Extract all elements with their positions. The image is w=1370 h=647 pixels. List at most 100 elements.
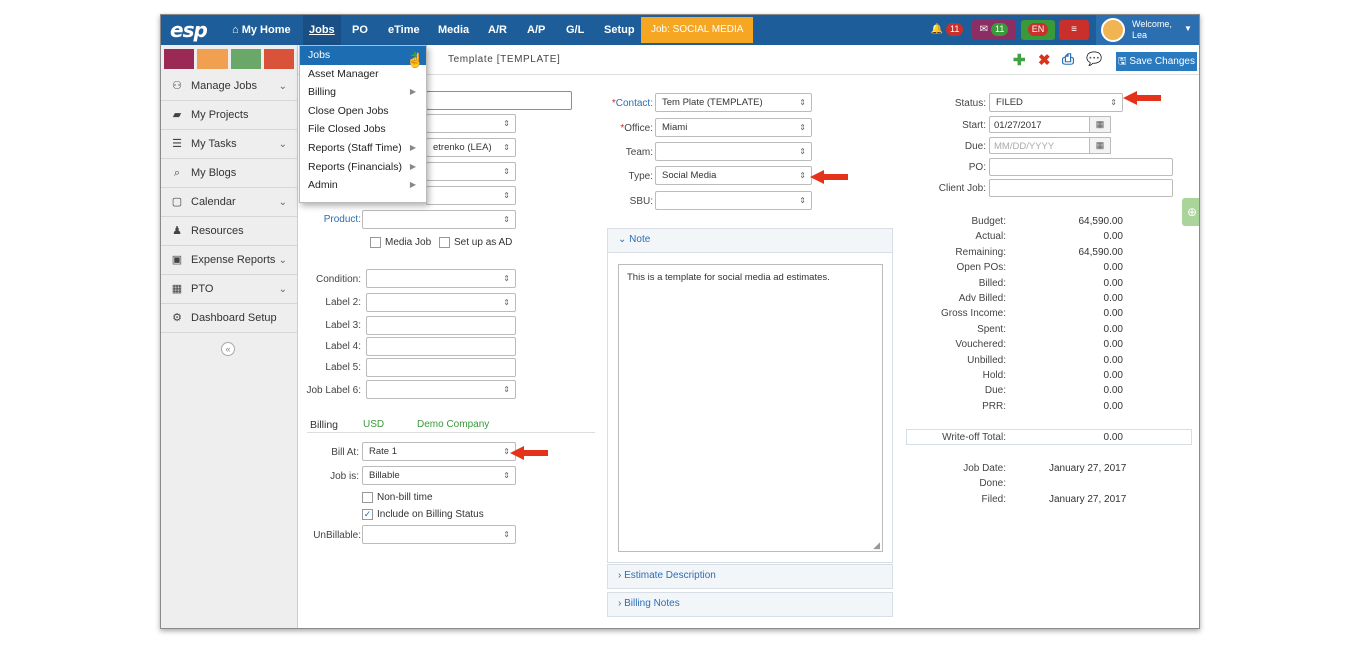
swatch-2[interactable] <box>197 49 228 69</box>
status-label: Status: <box>954 98 986 109</box>
menu-item-billing[interactable]: Billing ▶ <box>300 83 426 102</box>
manager-select[interactable]: etrenko (LEA) ⇕ <box>426 138 516 157</box>
job-label6-select[interactable]: ⇕ <box>366 380 516 399</box>
job-is-select[interactable]: Billable ⇕ <box>362 466 516 485</box>
user-menu[interactable]: Welcome, Lea ▼ <box>1096 15 1199 45</box>
messages-button[interactable]: ✉ 11 <box>972 20 1016 40</box>
comments-icon[interactable]: 💬 <box>1086 51 1102 67</box>
include-billing-checkbox[interactable]: ✓ <box>362 509 373 520</box>
type-value: Social Media <box>662 170 717 181</box>
note-panel-header[interactable]: ⌄ Note <box>607 228 893 253</box>
chevron-down-icon[interactable]: ⌄ <box>279 246 287 275</box>
media-job-checkbox[interactable] <box>370 237 381 248</box>
menu-item-close-open-jobs[interactable]: Close Open Jobs <box>300 102 426 121</box>
updown-icon: ⇕ <box>503 274 510 283</box>
fin-label[interactable]: Open POs: <box>906 262 1006 273</box>
menu-item-reports-financials-[interactable]: Reports (Financials) ▶ <box>300 158 426 177</box>
sbu-select[interactable]: ⇕ <box>655 191 812 210</box>
zoom-icon[interactable]: ⊕ <box>1182 198 1199 226</box>
start-date-input[interactable]: 01/27/2017 <box>989 116 1091 133</box>
calendar-icon[interactable]: ▦ <box>1089 116 1111 133</box>
chevron-down-icon[interactable]: ⌄ <box>279 72 287 101</box>
label5-input[interactable] <box>366 358 516 377</box>
sidebar-item-dashboard-setup[interactable]: ⚙ Dashboard Setup <box>161 304 297 333</box>
left-select-4[interactable]: ⇕ <box>426 186 516 205</box>
billing-company[interactable]: Demo Company <box>417 419 489 430</box>
swatch-1[interactable] <box>164 49 195 69</box>
non-bill-time-label: Non-bill time <box>377 492 433 503</box>
nav-ap[interactable]: A/P <box>527 15 545 45</box>
users-icon: ♟ <box>172 225 182 237</box>
nav-media[interactable]: Media <box>438 15 469 45</box>
sidebar-item-calendar[interactable]: ▢ Calendar ⌄ <box>161 188 297 217</box>
nav-po[interactable]: PO <box>352 15 368 45</box>
left-select-1[interactable]: ⇕ <box>426 114 516 133</box>
product-select[interactable]: ⇕ <box>362 210 516 229</box>
chevron-right-icon: › <box>618 598 622 609</box>
writeoff-value: 0.00 <box>1103 432 1123 443</box>
non-bill-time-checkbox[interactable] <box>362 492 373 503</box>
chevron-down-icon[interactable]: ⌄ <box>279 188 287 217</box>
nav-my-home[interactable]: ⌂ My Home <box>232 15 291 45</box>
menu-item-asset-manager[interactable]: Asset Manager <box>300 65 426 84</box>
set-up-ad-checkbox[interactable] <box>439 237 450 248</box>
unbillable-select[interactable]: ⇕ <box>362 525 516 544</box>
swatch-4[interactable] <box>263 49 294 69</box>
sidebar-item-expense-reports[interactable]: ▣ Expense Reports ⌄ <box>161 246 297 275</box>
fin-value: 0.00 <box>1103 323 1123 335</box>
add-icon[interactable]: ✚ <box>1013 51 1026 69</box>
caret-right-icon: ▶ <box>409 142 416 152</box>
database-button[interactable]: ≡ <box>1059 20 1089 40</box>
resize-handle-icon[interactable]: ◢ <box>873 540 880 551</box>
notifications-button[interactable]: 🔔 11 <box>926 20 968 40</box>
nav-jobs[interactable]: Jobs <box>303 15 341 45</box>
nav-gl[interactable]: G/L <box>566 15 584 45</box>
status-select[interactable]: FILED ⇕ <box>989 93 1123 112</box>
estimate-description-panel[interactable]: › Estimate Description <box>607 564 893 589</box>
client-job-input[interactable] <box>989 179 1173 197</box>
left-select-3[interactable]: ⇕ <box>426 162 516 181</box>
type-select[interactable]: Social Media ⇕ <box>655 166 812 185</box>
billing-currency[interactable]: USD <box>363 419 384 430</box>
contact-select[interactable]: Tem Plate (TEMPLATE) ⇕ <box>655 93 812 112</box>
menu-item-file-closed-jobs[interactable]: File Closed Jobs <box>300 120 426 139</box>
sidebar-item-manage-jobs[interactable]: ⚇ Manage Jobs ⌄ <box>161 72 297 101</box>
sidebar-item-my-tasks[interactable]: ☰ My Tasks ⌄ <box>161 130 297 159</box>
save-label: Save Changes <box>1129 56 1195 67</box>
collapse-sidebar-button[interactable]: « <box>221 342 235 356</box>
chevron-down-icon[interactable]: ⌄ <box>279 130 287 159</box>
bill-at-select[interactable]: Rate 1 ⇕ <box>362 442 516 461</box>
print-icon[interactable]: ⎙ <box>1062 51 1074 68</box>
menu-item-jobs[interactable]: Jobs + ☝ <box>300 46 426 68</box>
job-name-input[interactable] <box>426 91 572 110</box>
menu-item-admin[interactable]: Admin ▶ <box>300 176 426 195</box>
chevron-down-icon[interactable]: ⌄ <box>279 275 287 304</box>
label2-select[interactable]: ⇕ <box>366 293 516 312</box>
language-badge: EN <box>1027 23 1049 36</box>
billing-notes-panel[interactable]: › Billing Notes <box>607 592 893 617</box>
writeoff-label[interactable]: Write-off Total: <box>906 432 1006 443</box>
sidebar-item-resources[interactable]: ♟ Resources <box>161 217 297 246</box>
nav-setup[interactable]: Setup <box>604 15 635 45</box>
po-input[interactable] <box>989 158 1173 176</box>
nav-etime[interactable]: eTime <box>388 15 420 45</box>
due-date-input[interactable]: MM/DD/YYYY <box>989 137 1091 154</box>
label4-input[interactable] <box>366 337 516 356</box>
sidebar-item-pto[interactable]: ▦ PTO ⌄ <box>161 275 297 304</box>
swatch-3[interactable] <box>230 49 261 69</box>
sidebar-item-my-projects[interactable]: ▰ My Projects <box>161 101 297 130</box>
current-job-badge[interactable]: Job: SOCIAL MEDIA <box>641 17 754 43</box>
esp-logo[interactable]: esp <box>170 18 208 42</box>
note-textarea[interactable]: This is a template for social media ad e… <box>618 264 883 552</box>
delete-icon[interactable]: ✖ <box>1038 51 1051 69</box>
calendar-icon[interactable]: ▦ <box>1089 137 1111 154</box>
nav-ar[interactable]: A/R <box>488 15 507 45</box>
save-changes-button[interactable]: 🖫 Save Changes <box>1116 52 1197 71</box>
label3-input[interactable] <box>366 316 516 335</box>
team-select[interactable]: ⇕ <box>655 142 812 161</box>
sidebar-item-my-blogs[interactable]: ⌕ My Blogs <box>161 159 297 188</box>
language-button[interactable]: EN <box>1021 20 1055 40</box>
condition-select[interactable]: ⇕ <box>366 269 516 288</box>
menu-item-reports-staff-time-[interactable]: Reports (Staff Time) ▶ <box>300 139 426 158</box>
office-select[interactable]: Miami ⇕ <box>655 118 812 137</box>
